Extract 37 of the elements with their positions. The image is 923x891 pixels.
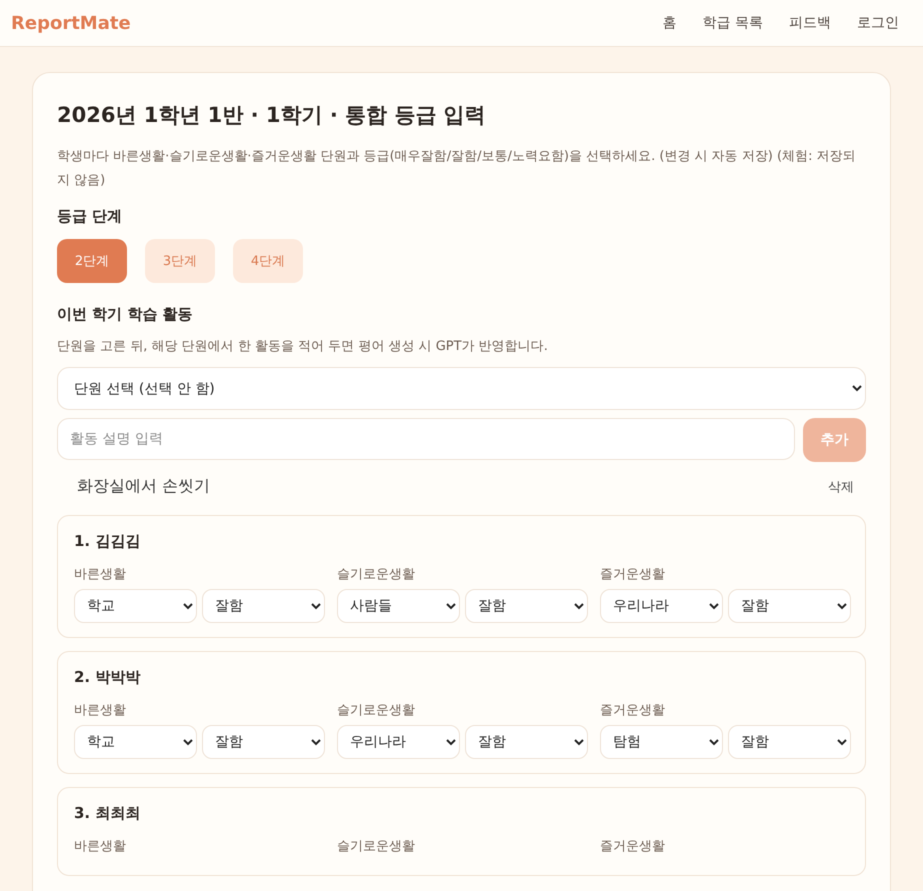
unit-select[interactable]: 단원 선택 (선택 안 함): [57, 367, 866, 410]
grade-dropdown[interactable]: 잘함: [728, 589, 851, 623]
page-description: 학생마다 바른생활·슬기로운생활·즐거운생활 단원과 등급(매우잘함/잘함/보통/노력요함)을 선택하세요. (변경 시 자동 저장) (체험: 저장되지 않음): [57, 148, 857, 190]
area-label: 슬기로운생활: [337, 838, 416, 855]
area-label: 즐거운생활: [600, 566, 666, 583]
nav-link[interactable]: 학급 목록: [702, 14, 763, 32]
area-label: 바른생활: [74, 838, 127, 855]
unit-dropdown[interactable]: 우리나라: [600, 589, 723, 623]
grade-dropdown[interactable]: 잘함: [202, 725, 325, 759]
grade-dropdown[interactable]: 잘함: [202, 589, 325, 623]
section-heading: 이번 학기 학습 활동: [57, 305, 194, 324]
area-label: 즐거운생활: [600, 702, 666, 719]
student-name: 2. 박박박: [74, 668, 142, 687]
unit-dropdown[interactable]: 탐험: [600, 725, 723, 759]
area-label: 즐거운생활: [600, 838, 666, 855]
nav-link[interactable]: 로그인: [857, 14, 899, 32]
activity-item: 화장실에서 손씻기: [77, 476, 210, 497]
activity-hint: 단원을 고른 뒤, 해당 단원에서 한 활동을 적어 두면 평어 생성 시 GPT가 반영합니다.: [57, 338, 549, 355]
delete-button[interactable]: 삭제: [828, 478, 854, 496]
grade-dropdown[interactable]: 잘함: [465, 589, 588, 623]
unit-dropdown[interactable]: 우리나라: [337, 725, 460, 759]
activity-input[interactable]: 활동 설명 입력: [57, 418, 795, 460]
area-label: 바른생활: [74, 566, 127, 583]
nav-link[interactable]: 피드백: [789, 14, 831, 32]
section-heading: 등급 단계: [57, 207, 124, 226]
area-label: 슬기로운생활: [337, 566, 416, 583]
nav-link[interactable]: 홈: [662, 14, 677, 32]
student-name: 1. 김김김: [74, 532, 142, 551]
grade-dropdown[interactable]: 잘함: [465, 725, 588, 759]
unit-dropdown[interactable]: 학교: [74, 589, 197, 623]
unit-dropdown[interactable]: 사람들: [337, 589, 460, 623]
student-name: 3. 최최최: [74, 804, 142, 823]
grade-dropdown[interactable]: 잘함: [728, 725, 851, 759]
page-title: 2026년 1학년 1반 · 1학기 · 통합 등급 입력: [57, 102, 487, 129]
area-label: 바른생활: [74, 702, 127, 719]
unit-dropdown[interactable]: 학교: [74, 725, 197, 759]
area-label: 슬기로운생활: [337, 702, 416, 719]
